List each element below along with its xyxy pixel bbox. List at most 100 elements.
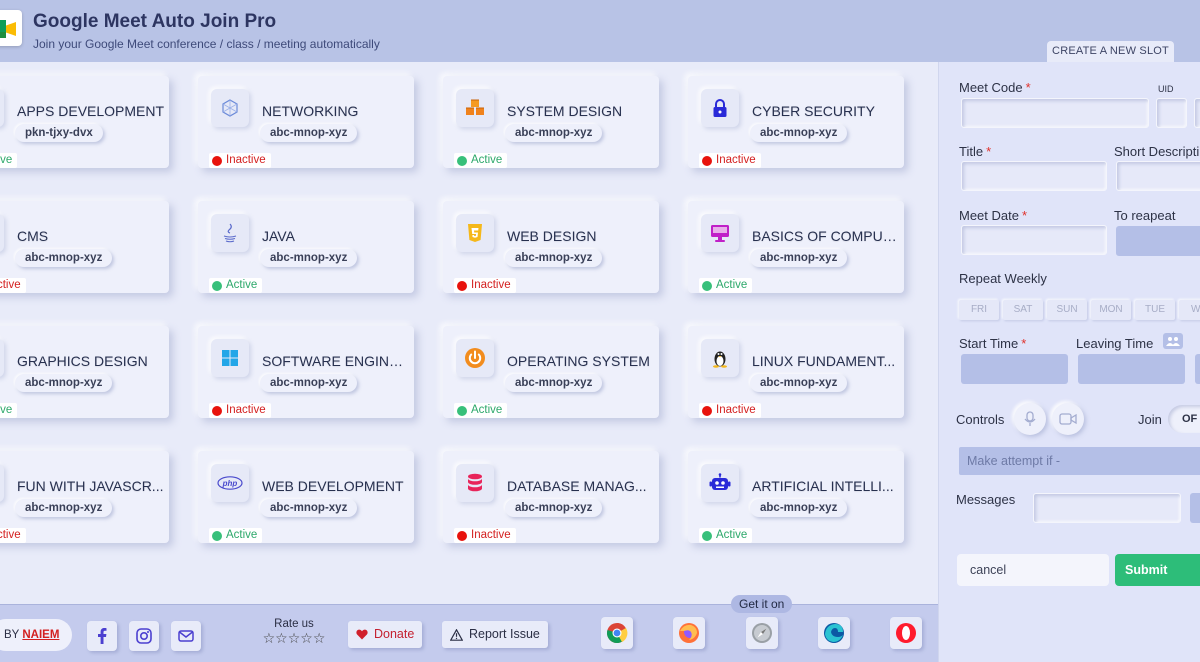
- status-badge[interactable]: Active: [454, 153, 508, 168]
- uid-input[interactable]: [1156, 98, 1187, 128]
- status-badge[interactable]: Active: [699, 528, 753, 543]
- join-toggle[interactable]: OF: [1168, 405, 1200, 433]
- donate-button[interactable]: Donate: [348, 621, 423, 648]
- status-badge[interactable]: Active: [209, 528, 263, 543]
- meeting-card[interactable]: php WEB DEVELOPMENT abc-mnop-xyz Active: [198, 451, 414, 543]
- meeting-code: abc-mnop-xyz: [750, 124, 848, 142]
- start-time-input[interactable]: [961, 354, 1068, 384]
- status-badge[interactable]: Active: [699, 278, 753, 293]
- leaving-time-input[interactable]: [1078, 354, 1185, 384]
- java-icon: [211, 214, 249, 252]
- meeting-card[interactable]: CYBER SECURITY abc-mnop-xyz Inactive: [688, 76, 904, 168]
- uid-label: UID: [1158, 84, 1174, 94]
- short-description-label: Short Descripti: [1114, 144, 1200, 159]
- meet-date-input[interactable]: [961, 225, 1107, 255]
- meeting-card[interactable]: SOFTWARE ENGINE... abc-mnop-xyz Inactive: [198, 326, 414, 418]
- firefox-icon[interactable]: [673, 617, 705, 649]
- submit-button[interactable]: Submit: [1115, 554, 1200, 586]
- meeting-card[interactable]: DATABASE MANAG... abc-mnop-xyz Inactive: [443, 451, 659, 543]
- meeting-card[interactable]: BASICS OF COMPUT... abc-mnop-xyz Active: [688, 201, 904, 293]
- day-fri[interactable]: FRI: [959, 300, 999, 320]
- status-badge[interactable]: Inactive: [0, 278, 26, 293]
- meeting-code: abc-mnop-xyz: [15, 374, 113, 392]
- start-time-label: Start Time *: [959, 336, 1027, 351]
- cubes-icon: [456, 89, 494, 127]
- meeting-title: WEB DESIGN: [507, 228, 597, 244]
- meeting-card[interactable]: WEB DESIGN abc-mnop-xyz Inactive: [443, 201, 659, 293]
- status-badge[interactable]: Inactive: [699, 403, 761, 418]
- author-link[interactable]: NAIEM: [22, 629, 59, 641]
- meeting-title: BASICS OF COMPUT...: [752, 228, 900, 244]
- rating-stars[interactable]: ☆☆☆☆☆: [258, 630, 330, 646]
- meeting-card[interactable]: FUN WITH JAVASCR... abc-mnop-xyz Inactive: [0, 451, 169, 543]
- day-tue[interactable]: TUE: [1135, 300, 1175, 320]
- app-header: Google Meet Auto Join Pro Join your Goog…: [0, 0, 1200, 62]
- meeting-code: abc-mnop-xyz: [15, 499, 113, 517]
- title-input[interactable]: [961, 161, 1107, 191]
- status-badge[interactable]: Active: [209, 278, 263, 293]
- day-sun[interactable]: SUN: [1047, 300, 1087, 320]
- status-dot-icon: [702, 280, 712, 291]
- leaving-time-label: Leaving Time: [1076, 336, 1154, 351]
- meeting-title: JAVA: [262, 228, 295, 244]
- meeting-card[interactable]: APPS DEVELOPMENT pkn-tjxy-dvxActive: [0, 76, 169, 168]
- camera-toggle[interactable]: [1052, 403, 1084, 435]
- cancel-button[interactable]: cancel: [957, 554, 1109, 586]
- messages-extra[interactable]: [1190, 493, 1200, 523]
- status-label: Active: [226, 529, 258, 541]
- extra-time-input[interactable]: [1195, 354, 1200, 384]
- meeting-card[interactable]: OPERATING SYSTEM abc-mnop-xyz Active: [443, 326, 659, 418]
- lock-icon: [701, 89, 739, 127]
- status-badge[interactable]: Active: [0, 403, 18, 418]
- microphone-toggle[interactable]: [1014, 403, 1046, 435]
- meeting-card[interactable]: JAVA abc-mnop-xyz Active: [198, 201, 414, 293]
- meeting-card[interactable]: CMS abc-mnop-xyz Inactive: [0, 201, 169, 293]
- meeting-card[interactable]: ARTIFICIAL INTELLI... abc-mnop-xyz Active: [688, 451, 904, 543]
- status-badge[interactable]: Active: [0, 153, 18, 168]
- meeting-card[interactable]: LINUX FUNDAMENT... abc-mnop-xyz Inactive: [688, 326, 904, 418]
- status-badge[interactable]: Inactive: [454, 278, 516, 293]
- chrome-icon[interactable]: [601, 617, 633, 649]
- app-subtitle: Join your Google Meet conference / class…: [33, 37, 380, 51]
- uid-input-2[interactable]: [1194, 98, 1200, 128]
- meeting-code: abc-mnop-xyz: [260, 249, 358, 267]
- day-wed[interactable]: WE: [1179, 300, 1200, 320]
- edge-icon[interactable]: [818, 617, 850, 649]
- people-icon[interactable]: [1163, 333, 1183, 349]
- status-badge[interactable]: Inactive: [699, 153, 761, 168]
- create-slot-panel: Meet Code * UID Title * Short Descripti Me…: [938, 62, 1200, 662]
- meeting-card[interactable]: GRAPHICS DESIGN abc-mnop-xyzActive: [0, 326, 169, 418]
- status-badge[interactable]: Active: [454, 403, 508, 418]
- day-mon[interactable]: MON: [1091, 300, 1131, 320]
- status-dot-icon: [702, 530, 712, 541]
- status-dot-icon: [457, 530, 467, 541]
- short-description-input[interactable]: [1116, 161, 1200, 191]
- email-icon[interactable]: [171, 621, 201, 651]
- status-label: Active: [716, 279, 748, 291]
- meeting-card[interactable]: SYSTEM DESIGN abc-mnop-xyz Active: [443, 76, 659, 168]
- safari-icon[interactable]: [746, 617, 778, 649]
- meet-code-input[interactable]: [961, 98, 1149, 128]
- create-slot-tab[interactable]: CREATE A NEW SLOT: [1047, 41, 1174, 62]
- meeting-title: WEB DEVELOPMENT: [262, 478, 404, 494]
- instagram-icon[interactable]: [129, 621, 159, 651]
- status-label: Active: [226, 279, 258, 291]
- status-badge[interactable]: Inactive: [209, 403, 271, 418]
- facebook-icon[interactable]: [87, 621, 117, 651]
- html5-icon: [456, 214, 494, 252]
- repeat-select[interactable]: [1116, 226, 1200, 256]
- status-badge[interactable]: Inactive: [209, 153, 271, 168]
- opera-icon[interactable]: [890, 617, 922, 649]
- database-icon: [456, 464, 494, 502]
- day-sat[interactable]: SAT: [1003, 300, 1043, 320]
- make-attempt-input[interactable]: Make attempt if -: [959, 447, 1200, 475]
- status-dot-icon: [457, 155, 467, 166]
- status-label: Active: [716, 529, 748, 541]
- report-issue-button[interactable]: Report Issue: [442, 621, 548, 648]
- status-badge[interactable]: Inactive: [454, 528, 516, 543]
- status-label: Inactive: [471, 529, 511, 541]
- messages-input[interactable]: [1033, 493, 1181, 523]
- status-badge[interactable]: Inactive: [0, 528, 26, 543]
- meeting-card[interactable]: NETWORKING abc-mnop-xyz Inactive: [198, 76, 414, 168]
- meet-date-label: Meet Date *: [959, 208, 1028, 223]
